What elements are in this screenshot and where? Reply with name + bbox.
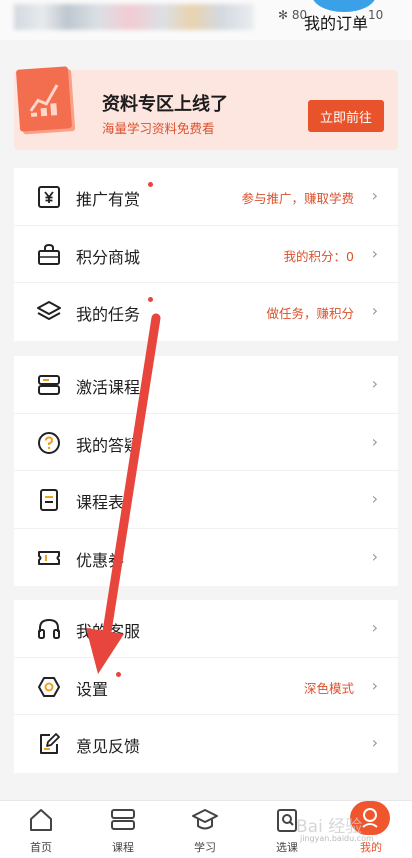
banner-subtitle: 海量学习资料免费看 [102,121,215,136]
menu-item-label: 我的答疑 [76,435,141,455]
menu-item-label: 激活课程 [76,378,141,397]
chevron-right-icon: › [371,618,378,637]
chevron-right-icon: › [371,243,378,263]
menu-item-value: 参与推广，赚取学费 [241,191,354,206]
chevron-right-icon: › [371,675,378,695]
menu-item-value: 做任务，赚积分 [266,306,354,321]
feedback-edit-icon [36,731,62,757]
gear-hexagon-icon [36,674,62,700]
menu-item-label: 我的客服 [76,622,141,641]
menu-item-settings[interactable]: 设置 深色模式 › [14,658,398,715]
menu-item-feedback[interactable]: 意见反馈 › [14,715,398,773]
menu-item-coupons[interactable]: 优惠券 › [14,529,398,587]
menu-item-label: 积分商城 [76,247,141,267]
nav-study[interactable]: 学习 [164,801,246,858]
menu-item-label: 课程表 [76,493,125,512]
menu-item-label: 我的任务 [76,305,141,324]
banner-title: 资料专区上线了 [102,94,228,115]
menu-item-activate-course[interactable]: 激活课程 › [14,356,398,414]
chevron-right-icon: › [371,374,378,393]
shopping-bag-icon [36,242,62,268]
graduation-cap-icon [190,807,220,833]
nav-home[interactable]: 首页 [0,801,82,858]
menu-item-points-mall[interactable]: 积分商城 我的积分：0 › [14,226,398,283]
menu-item-promotion[interactable]: 推广有赏 参与推广，赚取学费 › [14,168,398,226]
chevron-right-icon: › [371,301,378,320]
menu-item-schedule[interactable]: 课程表 › [14,471,398,529]
promo-banner[interactable]: 资料专区上线了 海量学习资料免费看 立即前往 [14,66,398,150]
go-now-button[interactable]: 立即前往 [308,100,384,132]
menu-item-label: 意见反馈 [76,737,141,756]
nav-label: 课程 [112,841,134,854]
notification-dot [148,182,153,187]
menu-item-label: 设置 [76,679,109,699]
chevron-right-icon: › [371,489,378,508]
menu-item-label: 推广有赏 [76,190,141,209]
chevron-right-icon: › [371,733,378,752]
menu-item-label: 优惠券 [76,550,125,570]
status-indicators: ✻ 80 [278,8,308,22]
nav-label: 首页 [30,841,52,854]
menu-item-my-tasks[interactable]: 我的任务 做任务，赚积分 › [14,283,398,341]
layers-icon [36,299,62,325]
nav-courses[interactable]: 课程 [82,801,164,858]
coupon-icon [36,545,62,571]
notification-dot [116,671,121,677]
nav-label: 学习 [194,841,216,854]
menu-group-3: 我的客服 › 设置 深色模式 › 意见反馈 › [14,600,398,773]
home-icon [26,807,56,833]
menu-item-customer-service[interactable]: 我的客服 › [14,600,398,658]
document-list-icon [36,487,62,513]
chevron-right-icon: › [371,186,378,205]
my-orders-link[interactable]: 我的订单 [304,10,368,34]
yuan-coupon-icon [36,184,62,210]
chevron-right-icon: › [371,431,378,451]
notification-dot [148,297,153,302]
course-icon [108,807,138,833]
menu-item-value: 深色模式 [303,680,354,696]
watermark-url: jingyan.baidu.com [300,834,374,843]
chevron-right-icon: › [371,546,378,566]
menu-group-1: 推广有赏 参与推广，赚取学费 › 积分商城 我的积分：0 › 我的任务 做任务，… [14,168,398,341]
menu-item-my-qa[interactable]: 我的答疑 › [14,414,398,471]
blurred-status-content [14,4,254,30]
menu-group-2: 激活课程 › 我的答疑 › 课程表 › 优惠券 › [14,356,398,586]
status-bar: ✻ 80 10 我的订单 [0,0,412,40]
menu-item-value: 我的积分：0 [283,248,354,264]
chart-book-icon [15,66,73,132]
status-tail: 10 [368,8,384,22]
question-bubble-icon [36,430,62,456]
ticket-activate-icon [36,372,62,398]
headset-icon [36,616,62,642]
